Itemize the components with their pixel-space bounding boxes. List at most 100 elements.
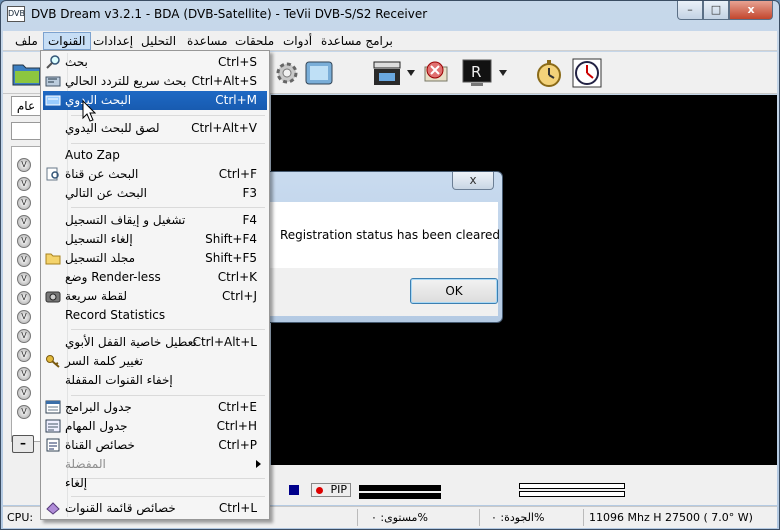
gear-icon[interactable]	[271, 57, 303, 89]
channel-type-icon: V	[17, 253, 31, 267]
menu-item-epg[interactable]: جدول البرامج Ctrl+E	[43, 398, 267, 417]
channel-filter-input[interactable]	[11, 122, 41, 140]
menu-utilities[interactable]: برامج مساعدة	[317, 33, 397, 49]
chevron-down-icon[interactable]	[407, 70, 415, 76]
menu-item-paste-manual-scan[interactable]: لصق للبحث اليدوي Ctrl+Alt+V	[43, 119, 267, 138]
submenu-arrow-icon	[256, 460, 261, 468]
pip-button[interactable]: PIP	[311, 483, 351, 497]
menu-separator	[71, 496, 265, 497]
channel-properties-icon	[46, 438, 60, 452]
record-monitor-icon[interactable]: R	[461, 57, 493, 89]
menu-item-snapshot[interactable]: لقطة سريعة Ctrl+J	[43, 287, 267, 306]
menu-item-renderless-mode[interactable]: وضع Render-less Ctrl+K	[43, 268, 267, 287]
scheduler-clock-icon[interactable]	[571, 57, 603, 89]
menu-item-cancel[interactable]: إلغاء	[43, 474, 267, 493]
picture-icon[interactable]	[303, 57, 335, 89]
record-dot-icon	[316, 487, 323, 494]
stop-indicator-icon[interactable]	[289, 485, 299, 495]
title-bar[interactable]: DVB DVB Dream v3.2.1 - BDA (DVB-Satellit…	[1, 1, 779, 29]
chevron-down-icon[interactable]	[499, 70, 507, 76]
menu-item-fast-scan[interactable]: بحث سريع للتردد الحالي Ctrl+Alt+S	[43, 72, 267, 91]
menu-item-recording-folder[interactable]: مجلد التسجيل Shift+F5	[43, 249, 267, 268]
channel-type-icon: V	[17, 367, 31, 381]
tab-general[interactable]: عام	[11, 96, 41, 116]
menu-item-find-next[interactable]: البحث عن التالي F3	[43, 184, 267, 203]
scheduler-icon	[45, 419, 61, 433]
ok-button[interactable]: OK	[410, 278, 498, 304]
menu-item-change-password[interactable]: تغيير كلمة السر	[43, 352, 267, 371]
signal-level-status: مستوى: ٠%	[371, 511, 428, 524]
channels-menu: بحث Ctrl+S بحث سريع للتردد الحالي Ctrl+A…	[40, 50, 270, 520]
app-icon: DVB	[7, 6, 25, 22]
quality-bar	[519, 491, 625, 497]
stop-record-icon[interactable]	[421, 57, 453, 89]
collapse-button[interactable]: –	[12, 435, 34, 453]
menu-item-channel-list-properties[interactable]: خصائص قائمة القنوات Ctrl+L	[43, 499, 267, 518]
status-divider	[357, 509, 358, 526]
menu-channels[interactable]: القنوات	[43, 32, 91, 50]
channel-type-icon: V	[17, 177, 31, 191]
maximize-button[interactable]: □	[703, 1, 729, 20]
channel-type-icon: V	[17, 196, 31, 210]
menu-item-task-scheduler[interactable]: جدول المهام Ctrl+H	[43, 417, 267, 436]
manual-scan-icon	[45, 95, 61, 106]
pip-label: PIP	[330, 483, 347, 496]
stopwatch-icon[interactable]	[533, 57, 565, 89]
status-divider	[583, 509, 584, 526]
close-button[interactable]: x	[729, 1, 773, 20]
fast-scan-icon	[45, 76, 61, 87]
menu-item-hide-locked-channels[interactable]: إخفاء القنوات المقفلة	[43, 371, 267, 390]
channel-type-icon: V	[17, 291, 31, 305]
menu-settings[interactable]: إعدادات	[89, 33, 137, 49]
level-bar	[519, 483, 625, 489]
menu-item-toggle-recording[interactable]: تشغيل و إيقاف التسجيل F4	[43, 211, 267, 230]
menu-item-favorites[interactable]: المفضلة	[43, 455, 267, 474]
mouse-cursor-icon	[82, 100, 96, 122]
menu-item-find-channel[interactable]: البحث عن قناة Ctrl+F	[43, 165, 267, 184]
menu-help[interactable]: مساعدة	[183, 33, 232, 49]
menu-item-channel-properties[interactable]: خصائص القناة Ctrl+P	[43, 436, 267, 455]
menu-separator	[71, 329, 265, 330]
status-divider	[479, 509, 480, 526]
epg-icon	[45, 400, 61, 414]
list-properties-icon	[46, 502, 60, 515]
menu-item-cancel-recording[interactable]: إلغاء التسجيل Shift+F4	[43, 230, 267, 249]
menu-bar: ملف القنوات إعدادات التحليل مساعدة ملحقا…	[3, 31, 777, 51]
channel-type-icon: V	[17, 310, 31, 324]
channel-type-icon: V	[17, 215, 31, 229]
menu-separator	[71, 115, 265, 116]
window-title: DVB Dream v3.2.1 - BDA (DVB-Satellite) -…	[31, 7, 428, 21]
menu-item-record-statistics[interactable]: Record Statistics	[43, 306, 267, 325]
find-channel-icon	[46, 167, 59, 181]
channel-type-icon: V	[17, 405, 31, 419]
channel-panel: عام V V V V V V V V V V V V V V –	[3, 94, 41, 504]
menu-separator	[71, 207, 265, 208]
channel-type-icon: V	[17, 348, 31, 362]
frequency-status: 11096 Mhz H 27500 ( 7.0° W)	[589, 511, 753, 524]
channel-type-icon: V	[17, 158, 31, 172]
window-controls: – □ x	[677, 1, 773, 21]
menu-item-manual-scan[interactable]: البحث اليدوي Ctrl+M	[43, 91, 267, 110]
channel-type-icon: V	[17, 272, 31, 286]
menu-file[interactable]: ملف	[11, 33, 42, 49]
clapperboard-icon[interactable]	[371, 57, 403, 89]
menu-separator	[71, 395, 265, 396]
open-folder-icon[interactable]	[11, 57, 43, 89]
message-dialog: x Registration status has been cleared O…	[243, 171, 503, 323]
channel-type-icon: V	[17, 386, 31, 400]
signal-quality-status: الجودة: ٠%	[491, 511, 545, 524]
channel-type-icon: V	[17, 234, 31, 248]
menu-analysis[interactable]: التحليل	[137, 33, 180, 49]
menu-plugins[interactable]: ملحقات	[231, 33, 278, 49]
signal-meter	[359, 485, 441, 491]
quality-meter	[359, 493, 441, 499]
dialog-close-button[interactable]: x	[452, 172, 494, 190]
menu-item-disable-parental-lock[interactable]: تعطيل خاصية القفل الأبوي Ctrl+Alt+L	[43, 333, 267, 352]
cpu-status: CPU:	[7, 511, 34, 524]
camera-icon	[45, 291, 61, 303]
menu-tools[interactable]: أدوات	[279, 33, 316, 49]
minimize-button[interactable]: –	[677, 1, 703, 20]
channel-type-icon: V	[17, 329, 31, 343]
menu-item-auto-zap[interactable]: Auto Zap	[43, 146, 267, 165]
menu-item-scan[interactable]: بحث Ctrl+S	[43, 53, 267, 72]
